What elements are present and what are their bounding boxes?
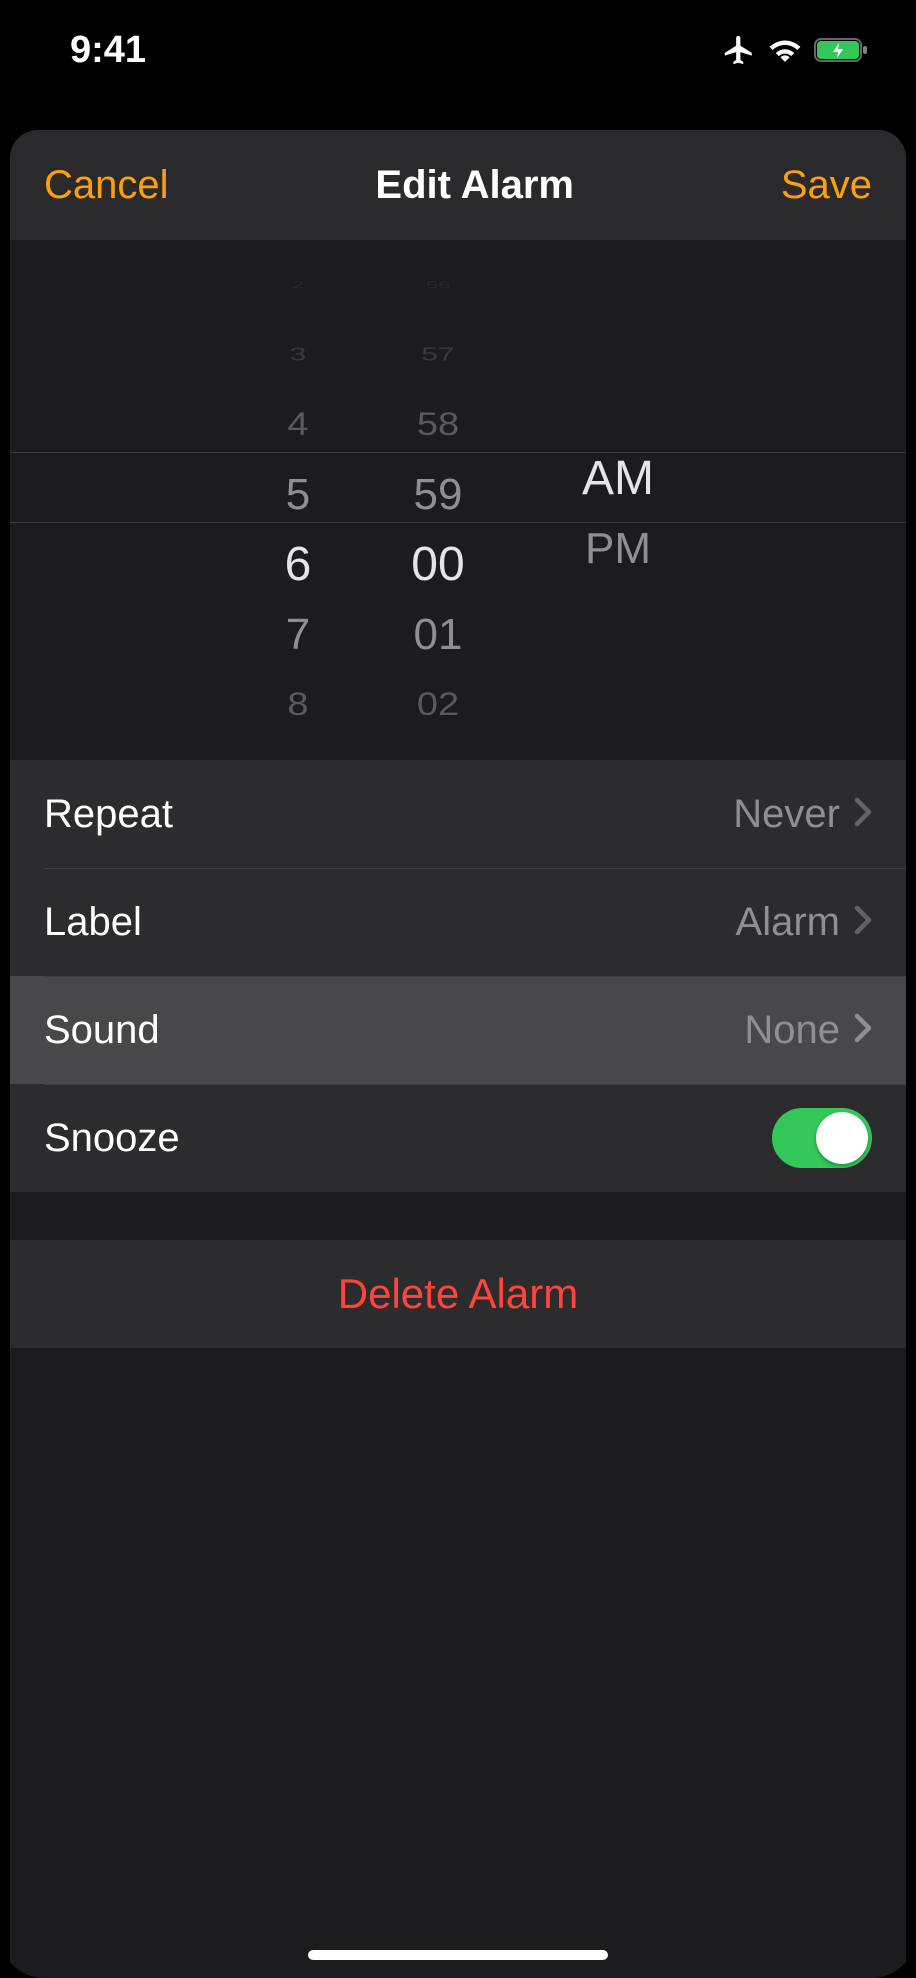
airplane-mode-icon bbox=[722, 33, 756, 67]
period-wheel[interactable]: AM PM bbox=[543, 250, 693, 730]
hour-selected: 6 bbox=[223, 530, 373, 600]
delete-section: Delete Alarm bbox=[10, 1240, 906, 1348]
modal-header: Cancel Edit Alarm Save bbox=[10, 130, 906, 240]
period-selected: AM bbox=[543, 444, 693, 514]
time-picker[interactable]: 2 3 4 5 6 7 8 9 10 56 57 58 59 00 01 bbox=[10, 240, 906, 730]
minute-wheel[interactable]: 56 57 58 59 00 01 02 03 04 bbox=[363, 250, 513, 730]
sound-value: None bbox=[744, 1008, 840, 1053]
snooze-toggle[interactable] bbox=[772, 1108, 872, 1168]
repeat-row[interactable]: Repeat Never bbox=[10, 760, 906, 868]
snooze-row: Snooze bbox=[10, 1084, 906, 1192]
edit-alarm-modal: Cancel Edit Alarm Save 2 3 4 5 6 7 8 9 1… bbox=[10, 130, 906, 1978]
sound-row[interactable]: Sound None bbox=[10, 976, 906, 1084]
alarm-settings-list: Repeat Never Label Alarm Sou bbox=[10, 760, 906, 1192]
save-button[interactable]: Save bbox=[781, 163, 872, 208]
cancel-button[interactable]: Cancel bbox=[44, 163, 169, 208]
hour-wheel[interactable]: 2 3 4 5 6 7 8 9 10 bbox=[223, 250, 373, 730]
repeat-label: Repeat bbox=[44, 792, 173, 837]
sound-label: Sound bbox=[44, 1008, 160, 1053]
status-time: 9:41 bbox=[70, 29, 146, 72]
status-bar: 9:41 bbox=[0, 0, 916, 100]
wifi-icon bbox=[768, 36, 802, 64]
home-indicator[interactable] bbox=[308, 1950, 608, 1960]
battery-charging-icon bbox=[814, 36, 872, 64]
repeat-value: Never bbox=[733, 792, 840, 837]
chevron-right-icon bbox=[854, 1013, 872, 1048]
label-row[interactable]: Label Alarm bbox=[10, 868, 906, 976]
chevron-right-icon bbox=[854, 905, 872, 940]
status-icons bbox=[722, 33, 872, 67]
label-label: Label bbox=[44, 900, 142, 945]
minute-selected: 00 bbox=[363, 530, 513, 600]
toggle-knob bbox=[816, 1112, 868, 1164]
delete-alarm-button[interactable]: Delete Alarm bbox=[338, 1270, 578, 1318]
page-title: Edit Alarm bbox=[375, 163, 574, 208]
snooze-label: Snooze bbox=[44, 1116, 180, 1161]
label-value: Alarm bbox=[736, 900, 840, 945]
chevron-right-icon bbox=[854, 797, 872, 832]
